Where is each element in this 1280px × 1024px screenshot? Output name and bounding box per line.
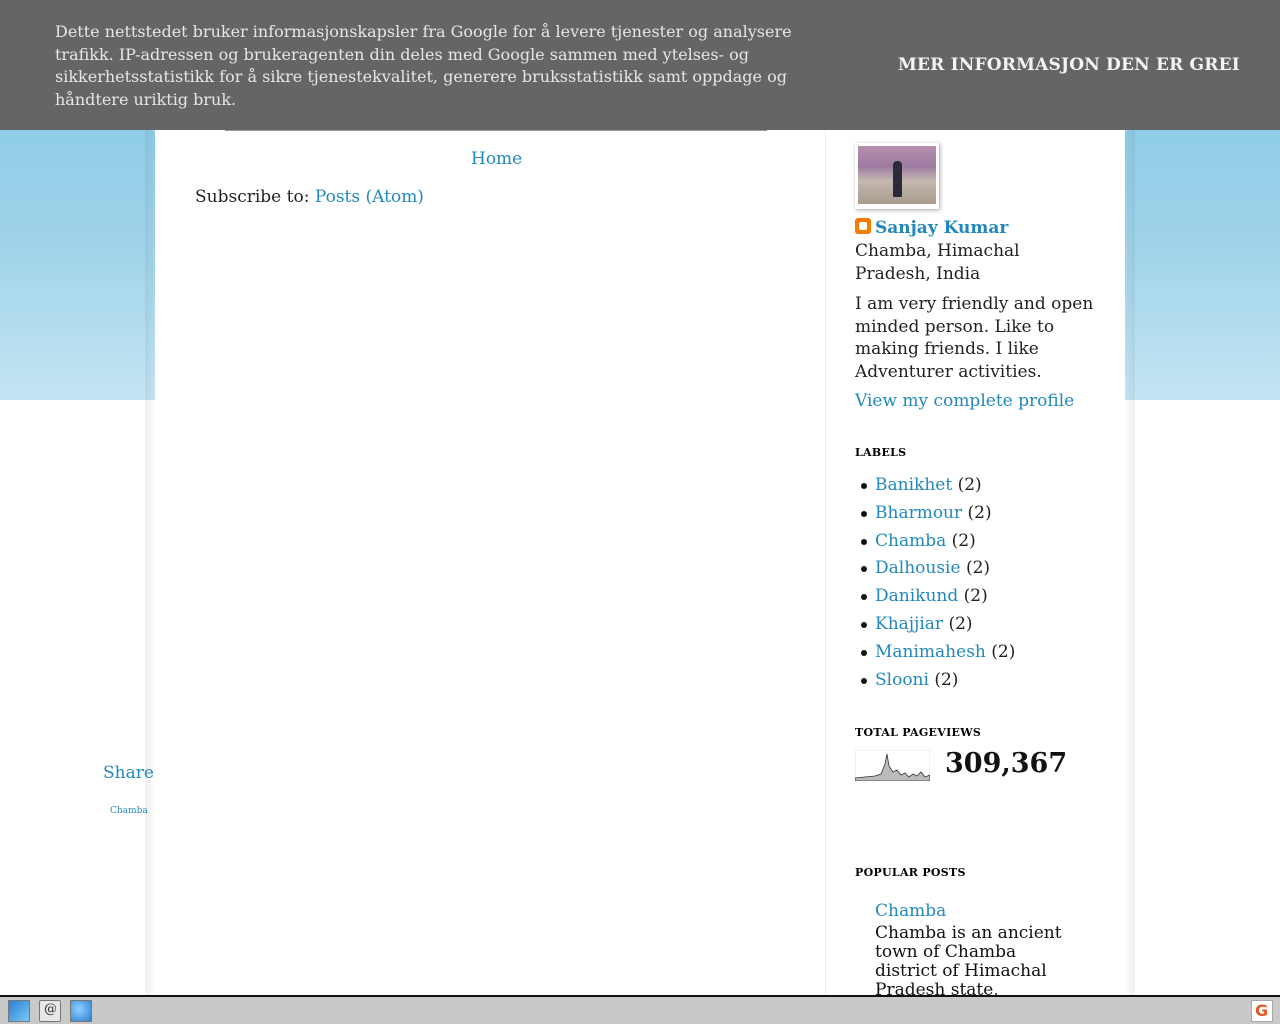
author-name-link[interactable]: Sanjay Kumar xyxy=(875,218,1008,238)
bullet-icon xyxy=(861,594,867,601)
label-link[interactable]: Khajjiar xyxy=(875,614,943,634)
cookie-banner: Dette nettstedet bruker informasjonskaps… xyxy=(0,0,1280,130)
label-count: (2) xyxy=(965,558,991,579)
more-info-button[interactable]: MER INFORMASJON xyxy=(898,55,1100,75)
label-item: Banikhet (2) xyxy=(855,473,1015,501)
label-item: Slooni (2) xyxy=(855,668,1015,696)
label-count: (2) xyxy=(967,502,992,523)
blogger-icon xyxy=(855,218,871,234)
pageviews-widget-title: TOTAL PAGEVIEWS xyxy=(855,726,982,739)
mail-icon[interactable]: @ xyxy=(39,1000,61,1022)
label-count: (2) xyxy=(991,641,1016,662)
label-link[interactable]: Bharmour xyxy=(875,503,962,523)
share-button[interactable]: Share xyxy=(103,763,154,783)
bullet-icon xyxy=(861,649,867,656)
cookie-banner-text: Dette nettstedet bruker informasjonskaps… xyxy=(55,22,792,109)
label-link[interactable]: Danikund xyxy=(875,586,958,606)
popular-post-link[interactable]: Chamba xyxy=(875,901,946,921)
google-icon[interactable]: G xyxy=(1251,1000,1273,1022)
subscribe-line: Subscribe to: Posts (Atom) xyxy=(195,187,424,207)
label-link[interactable]: Banikhet xyxy=(875,475,952,495)
labels-widget-title: LABELS xyxy=(855,446,907,459)
label-count: (2) xyxy=(948,613,973,634)
label-link[interactable]: Dalhousie xyxy=(875,558,961,578)
labels-list: Banikhet (2) Bharmour (2) Chamba (2) Dalhou… xyxy=(855,473,1015,695)
label-count: (2) xyxy=(934,669,959,690)
label-item: Danikund (2) xyxy=(855,584,1015,612)
globe-icon[interactable] xyxy=(70,1000,92,1022)
bullet-icon xyxy=(861,677,867,684)
author-about: I am very friendly and open minded perso… xyxy=(855,294,1094,382)
label-item: Khajjiar (2) xyxy=(855,612,1015,640)
popular-posts-title: POPULAR POSTS xyxy=(855,866,966,879)
home-link[interactable]: Home xyxy=(471,149,522,169)
bullet-icon xyxy=(861,621,867,628)
accept-cookies-button[interactable]: DEN ER GREI xyxy=(1106,55,1240,75)
label-item: Dalhousie (2) xyxy=(855,556,1015,584)
label-count: (2) xyxy=(951,530,976,551)
sidebar-divider xyxy=(825,130,826,995)
label-link[interactable]: Chamba xyxy=(875,531,946,551)
label-count: (2) xyxy=(963,586,988,607)
share-tag-link[interactable]: Chamba xyxy=(110,806,148,816)
bullet-icon xyxy=(861,510,867,517)
posts-atom-link[interactable]: Posts (Atom) xyxy=(315,187,424,207)
pageviews-count: 309,367 xyxy=(945,748,1068,779)
bullet-icon xyxy=(861,566,867,573)
author-location: Chamba, Himachal Pradesh, India xyxy=(855,241,1020,284)
label-count: (2) xyxy=(957,475,982,495)
label-item: Chamba (2) xyxy=(855,529,1015,557)
view-profile-link[interactable]: View my complete profile xyxy=(855,391,1074,411)
pageviews-sparkline xyxy=(855,750,930,781)
label-link[interactable]: Manimahesh xyxy=(875,642,986,662)
bullet-icon xyxy=(861,483,867,489)
label-link[interactable]: Slooni xyxy=(875,670,929,690)
chart-icon[interactable] xyxy=(8,1000,30,1022)
taskbar: @ G xyxy=(0,995,1280,1024)
label-item: Manimahesh (2) xyxy=(855,640,1015,668)
bullet-icon xyxy=(861,538,867,545)
label-item: Bharmour (2) xyxy=(855,501,1015,529)
profile-photo-person xyxy=(893,161,902,197)
profile-photo[interactable] xyxy=(855,143,939,209)
subscribe-label: Subscribe to: xyxy=(195,187,310,207)
